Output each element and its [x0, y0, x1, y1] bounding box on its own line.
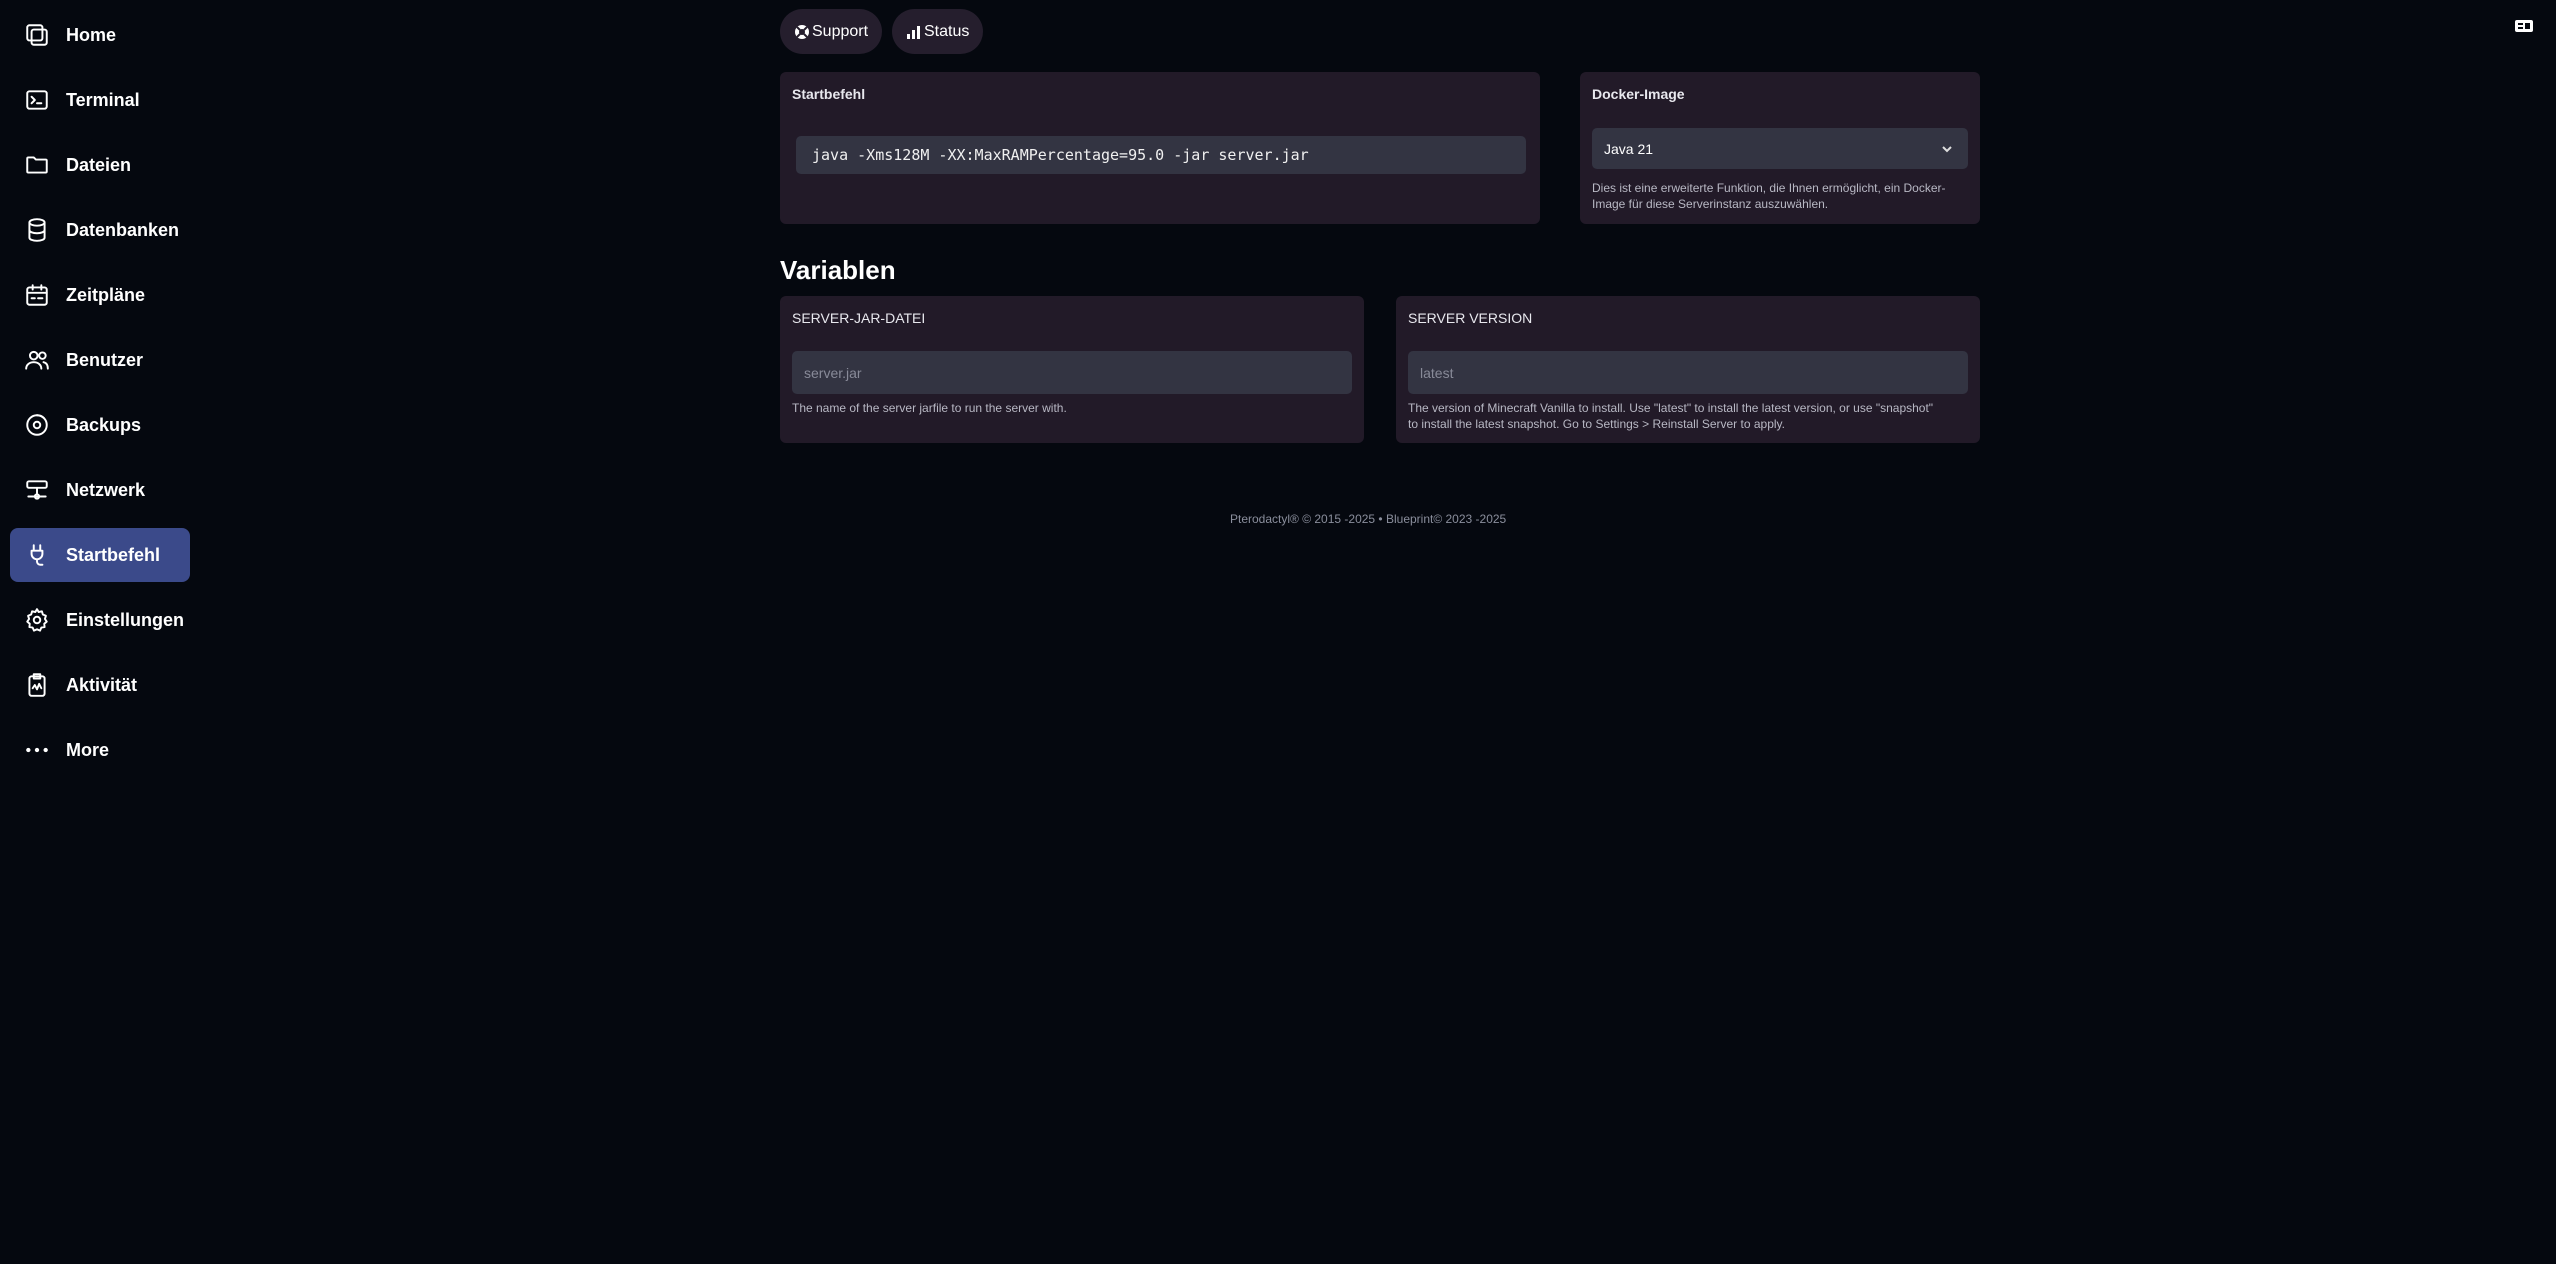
- support-button[interactable]: Support: [780, 9, 883, 54]
- folder-icon: [24, 152, 50, 178]
- users-icon: [24, 347, 50, 373]
- variable-help-line: to install the latest snapshot. Go to Se…: [1408, 417, 1785, 431]
- variables-title: Variablen: [780, 255, 896, 285]
- docker-image-selected: Java 21: [1604, 140, 1654, 157]
- more-icon: [24, 737, 50, 763]
- variable-help-line: The version of Minecraft Vanilla to inst…: [1408, 401, 1934, 415]
- activity-icon: [24, 672, 50, 698]
- sidebar-item-label: Zeitpläne: [66, 284, 146, 305]
- footer-copyright: Pterodactyl® © 2015 -2025 • Blueprint© 2…: [1230, 512, 1507, 526]
- chevron-down-icon: [1942, 145, 1952, 152]
- signal-icon: [907, 25, 920, 39]
- docker-help-line: Image für diese Serverinstanz auszuwähle…: [1592, 197, 1829, 211]
- sidebar-item-label: Terminal: [66, 89, 140, 110]
- startup-card: Startbefehl java -Xms128M -XX:MaxRAMPerc…: [780, 72, 1540, 224]
- database-icon: [24, 217, 50, 243]
- sidebar-item-datenbanken[interactable]: Datenbanken: [10, 203, 190, 257]
- docker-image-select[interactable]: Java 21: [1592, 128, 1968, 169]
- support-label: Support: [812, 22, 869, 40]
- sidebar-item-terminal[interactable]: Terminal: [10, 73, 190, 127]
- backup-icon: [24, 412, 50, 438]
- startup-title: Startbefehl: [792, 86, 866, 102]
- variable-label: SERVER VERSION: [1408, 310, 1533, 326]
- docker-card: Docker-Image Java 21 Dies ist eine erwei…: [1580, 72, 1980, 224]
- status-label: Status: [924, 22, 970, 40]
- server-jar-input[interactable]: [792, 351, 1352, 394]
- sidebar-item-more[interactable]: More: [10, 723, 190, 777]
- plug-icon: [24, 542, 50, 568]
- support-icon: [795, 24, 809, 39]
- sidebar-item-label: Benutzer: [66, 349, 144, 370]
- docker-help-line: Dies ist eine erweiterte Funktion, die I…: [1592, 181, 1946, 195]
- sidebar-item-dateien[interactable]: Dateien: [10, 138, 190, 192]
- sidebar-item-zeitplaene[interactable]: Zeitpläne: [10, 268, 190, 322]
- sidebar-item-label: More: [66, 739, 110, 760]
- sidebar-item-label: Backups: [66, 414, 142, 435]
- sidebar-item-label: Dateien: [66, 154, 132, 175]
- startup-command: java -Xms128M -XX:MaxRAMPercentage=95.0 …: [796, 136, 1526, 174]
- variable-help: The name of the server jarfile to run th…: [792, 401, 1067, 415]
- sidebar-item-label: Netzwerk: [66, 479, 146, 500]
- calendar-icon: [24, 282, 50, 308]
- status-button[interactable]: Status: [892, 9, 984, 54]
- terminal-icon: [24, 87, 50, 113]
- gear-icon: [24, 607, 50, 633]
- sidebar-item-label: Datenbanken: [66, 219, 180, 240]
- sidebar-item-backups[interactable]: Backups: [10, 398, 190, 452]
- sidebar-item-startbefehl[interactable]: Startbefehl: [10, 528, 190, 582]
- variable-card-version: SERVER VERSION The version of Minecraft …: [1396, 296, 1980, 443]
- home-icon: [24, 22, 50, 48]
- server-version-input[interactable]: [1408, 351, 1968, 394]
- sidebar-item-netzwerk[interactable]: Netzwerk: [10, 463, 190, 517]
- sidebar-item-benutzer[interactable]: Benutzer: [10, 333, 190, 387]
- network-icon: [24, 477, 50, 503]
- keyboard-icon[interactable]: [2514, 18, 2534, 34]
- sidebar-item-label: Einstellungen: [66, 609, 185, 630]
- sidebar-item-einstellungen[interactable]: Einstellungen: [10, 593, 190, 647]
- sidebar-item-home[interactable]: Home: [10, 8, 190, 62]
- sidebar-item-label: Startbefehl: [66, 544, 161, 565]
- docker-title: Docker-Image: [1592, 86, 1685, 102]
- sidebar-item-label: Home: [66, 24, 117, 45]
- variable-help: The version of Minecraft Vanilla to inst…: [1408, 400, 1978, 432]
- sidebar-item-aktivitaet[interactable]: Aktivität: [10, 658, 190, 712]
- variable-label: SERVER-JAR-DATEI: [792, 310, 926, 326]
- variable-card-jar: SERVER-JAR-DATEI The name of the server …: [780, 296, 1364, 443]
- docker-help: Dies ist eine erweiterte Funktion, die I…: [1592, 180, 1972, 212]
- sidebar-item-label: Aktivität: [66, 674, 138, 695]
